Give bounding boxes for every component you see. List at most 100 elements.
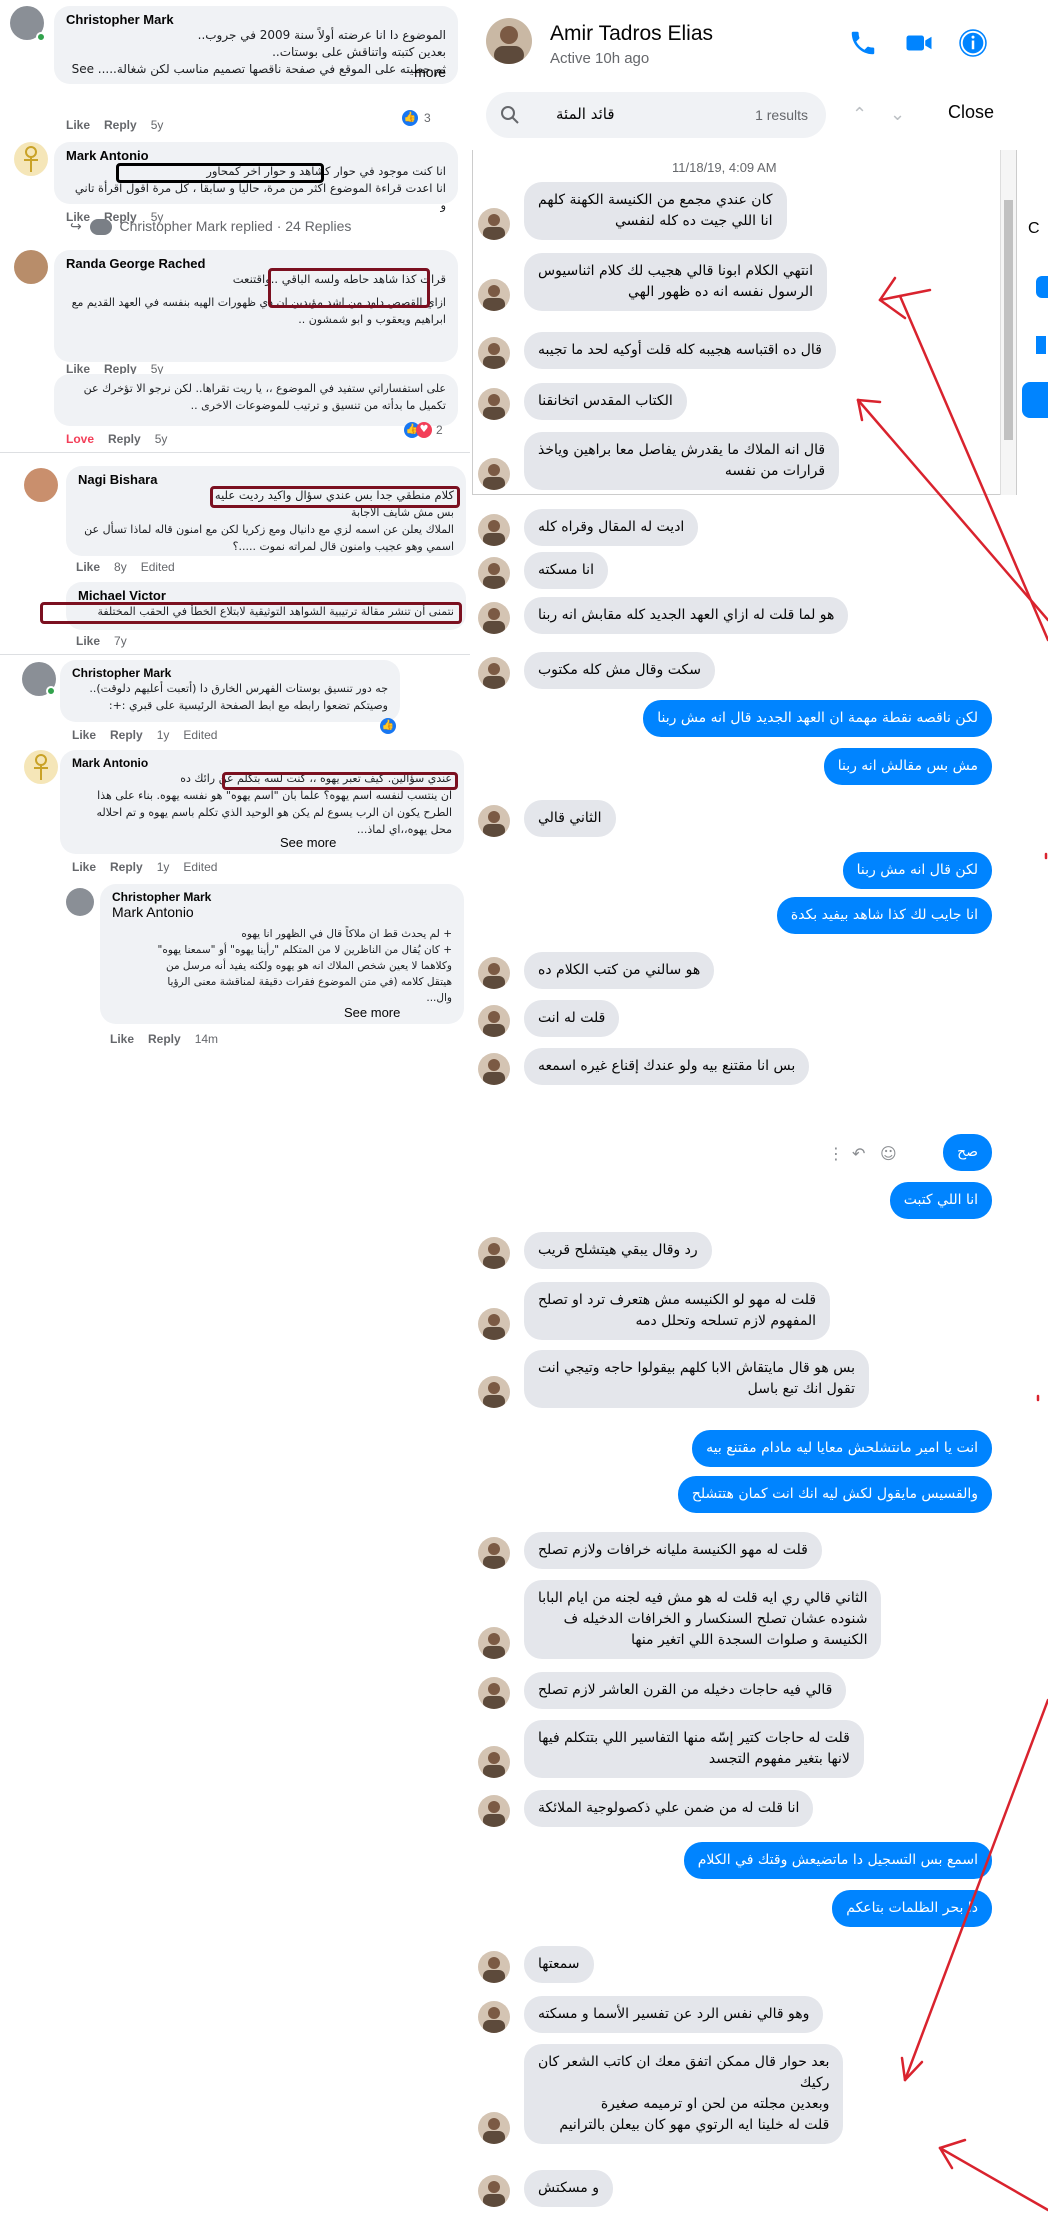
see-more-link[interactable]: See more	[344, 1005, 400, 1020]
incoming-message[interactable]: قال انه الملاك ما يقدرش يفاصل معا براهين…	[524, 432, 840, 490]
view-replies-link[interactable]: ↪ Christopher Mark replied · 24 Replies	[70, 218, 351, 236]
info-icon[interactable]	[958, 28, 988, 58]
incoming-message[interactable]: قلت له مهو الكنيسة مليانه خرافات ولازم ت…	[524, 1532, 822, 1569]
contact-avatar[interactable]	[478, 208, 510, 240]
contact-avatar[interactable]	[478, 602, 510, 634]
scrollbar[interactable]	[1000, 150, 1016, 495]
comment-author[interactable]: Mark Antonio	[72, 756, 452, 770]
contact-avatar[interactable]	[478, 657, 510, 689]
like-button[interactable]: Like	[76, 634, 100, 648]
outgoing-message[interactable]: انا جايب لك كذا شاهد بيفيد بكدة	[776, 897, 992, 934]
contact-avatar[interactable]	[478, 2112, 510, 2144]
incoming-message[interactable]: الثاني قالي	[524, 800, 616, 837]
contact-avatar[interactable]	[478, 1746, 510, 1778]
contact-avatar[interactable]	[478, 2001, 510, 2033]
incoming-message[interactable]: سمعتها	[524, 1946, 594, 1983]
outgoing-message[interactable]: انت يا امير مانتشلحش معايا ليه مادام مقت…	[692, 1430, 992, 1467]
incoming-message[interactable]: قال ده اقتباسه هجيبه كله قلت أوكيه لحد م…	[524, 332, 836, 369]
incoming-message[interactable]: انا قلت له من ضمن علي ذكصولوجية الملائكة	[524, 1790, 814, 1827]
emoji-icon[interactable]: ☺	[880, 1144, 897, 1163]
side-panel-toggle[interactable]	[1036, 276, 1048, 298]
avatar[interactable]	[14, 250, 48, 284]
comment-author[interactable]: Christopher Mark	[66, 12, 446, 27]
contact-avatar[interactable]	[478, 1308, 510, 1340]
like-button[interactable]: Like	[72, 860, 96, 874]
incoming-message[interactable]: هو سالني من كتب الكلام ده	[524, 952, 715, 989]
like-reaction-icon[interactable]: 👍	[380, 718, 396, 734]
reply-button[interactable]: Reply	[148, 1032, 181, 1046]
search-input[interactable]: قائد المئة 1 results	[486, 92, 826, 138]
incoming-message[interactable]: وهو قالي نفس الرد عن تفسير الأسما و مسكت…	[524, 1996, 824, 2033]
contact-avatar[interactable]	[478, 805, 510, 837]
incoming-message[interactable]: قلت له مهو لو الكنيسه مش هتعرف ترد او تص…	[524, 1282, 831, 1340]
like-button[interactable]: Like	[72, 728, 96, 742]
chevron-up-icon[interactable]: ⌃	[852, 104, 867, 125]
incoming-message[interactable]: سكت وقال مش كله مكتوب	[524, 652, 715, 689]
contact-avatar[interactable]	[478, 1627, 510, 1659]
incoming-message[interactable]: بس هو قال مايتقاش الابا كلهم بيقولوا حاج…	[524, 1350, 869, 1408]
comment-author[interactable]: Nagi Bishara	[78, 472, 454, 487]
contact-avatar[interactable]	[478, 1537, 510, 1569]
outgoing-message[interactable]: لكن قال انه مش ربنا	[842, 852, 992, 889]
contact-avatar[interactable]	[478, 388, 510, 420]
contact-avatar[interactable]	[478, 458, 510, 490]
outgoing-message[interactable]: مش بس مقالش انه ربنا	[823, 748, 992, 785]
close-search-button[interactable]: Close	[948, 102, 994, 123]
incoming-message[interactable]: قلت له حاجات كتير إسّه منها التفاسير الل…	[524, 1720, 864, 1778]
incoming-message[interactable]: هو لما قلت له ازاي العهد الجديد كله مقاب…	[524, 597, 849, 634]
incoming-message[interactable]: قالي فيه حاجات دخيله من القرن العاشر لاز…	[524, 1672, 847, 1709]
contact-avatar[interactable]	[478, 514, 510, 546]
incoming-message[interactable]: كان عندي مجمع من الكنيسة الكهنة كلهم انا…	[524, 182, 787, 240]
comment-author[interactable]: Christopher Mark	[72, 666, 388, 680]
like-button[interactable]: Like	[110, 1032, 134, 1046]
outgoing-message[interactable]: انا اللي كتبت	[889, 1182, 992, 1219]
comment-author[interactable]: Michael Victor	[78, 588, 454, 603]
like-button[interactable]: Like	[76, 560, 100, 574]
contact-avatar[interactable]	[478, 1237, 510, 1269]
outgoing-message[interactable]: والقسيس مايقول لكش ليه انك انت كمان هتتش…	[677, 1476, 992, 1513]
contact-avatar[interactable]	[478, 557, 510, 589]
incoming-message[interactable]: قلت له انت	[524, 1000, 620, 1037]
contact-avatar[interactable]	[478, 1376, 510, 1408]
incoming-message[interactable]: و مسكتش	[524, 2170, 614, 2207]
incoming-message[interactable]: الثاني قالي ري ايه قلت له هو مش فيه لجنه…	[524, 1580, 882, 1659]
incoming-message[interactable]: بعد حوار قال ممكن اتفق معك ان كاتب الشعر…	[524, 2044, 844, 2144]
outgoing-message[interactable]: دا بحر الظلمات بتاعكم	[832, 1890, 992, 1927]
incoming-message[interactable]: اديت له المقال وقراه كله	[524, 509, 699, 546]
comment-author[interactable]: Mark Antonio	[66, 148, 446, 163]
reply-button[interactable]: Reply	[104, 118, 137, 132]
contact-avatar[interactable]	[478, 1795, 510, 1827]
reply-button[interactable]: Reply	[110, 728, 143, 742]
avatar[interactable]	[66, 888, 94, 916]
see-more-link[interactable]: See more	[280, 835, 336, 850]
outgoing-message[interactable]: لكن ناقصه نقطة مهمة ان العهد الجديد قال …	[643, 700, 992, 737]
avatar[interactable]	[24, 750, 58, 784]
phone-icon[interactable]	[848, 28, 878, 58]
incoming-message[interactable]: رد وقال يبقي هيتشلح قريب	[524, 1232, 712, 1269]
side-panel-icon[interactable]	[1036, 336, 1046, 354]
contact-avatar[interactable]	[478, 1951, 510, 1983]
incoming-message[interactable]: الكتاب المقدس اتخانقنا	[524, 383, 687, 420]
scrollbar-thumb[interactable]	[1004, 200, 1013, 440]
avatar[interactable]	[14, 142, 48, 176]
contact-avatar[interactable]	[478, 1005, 510, 1037]
contact-avatar[interactable]	[478, 337, 510, 369]
contact-avatar[interactable]	[478, 1677, 510, 1709]
more-icon[interactable]: ⋮	[828, 1144, 844, 1163]
heart-reaction-icon[interactable]: ♥	[416, 422, 432, 438]
reply-icon[interactable]: ↶	[852, 1144, 865, 1163]
avatar[interactable]	[24, 468, 58, 502]
like-button[interactable]: Like	[66, 118, 90, 132]
reply-button[interactable]: Reply	[110, 860, 143, 874]
incoming-message[interactable]: انتهي الكلام ابونا قالي هجيب لك كلام اثن…	[524, 253, 827, 311]
contact-avatar[interactable]	[478, 957, 510, 989]
outgoing-message[interactable]: اسمع بس التسجيل دا ماتضيعش وقتك في الكلا…	[683, 1842, 992, 1879]
like-reaction-icon[interactable]: 👍	[402, 110, 418, 126]
video-icon[interactable]	[904, 28, 934, 58]
contact-avatar[interactable]	[486, 18, 532, 64]
contact-name[interactable]: Amir Tadros Elias	[550, 22, 713, 46]
chevron-down-icon[interactable]: ⌄	[890, 104, 905, 125]
contact-avatar[interactable]	[478, 279, 510, 311]
contact-avatar[interactable]	[478, 2175, 510, 2207]
send-button-edge[interactable]	[1022, 382, 1048, 418]
